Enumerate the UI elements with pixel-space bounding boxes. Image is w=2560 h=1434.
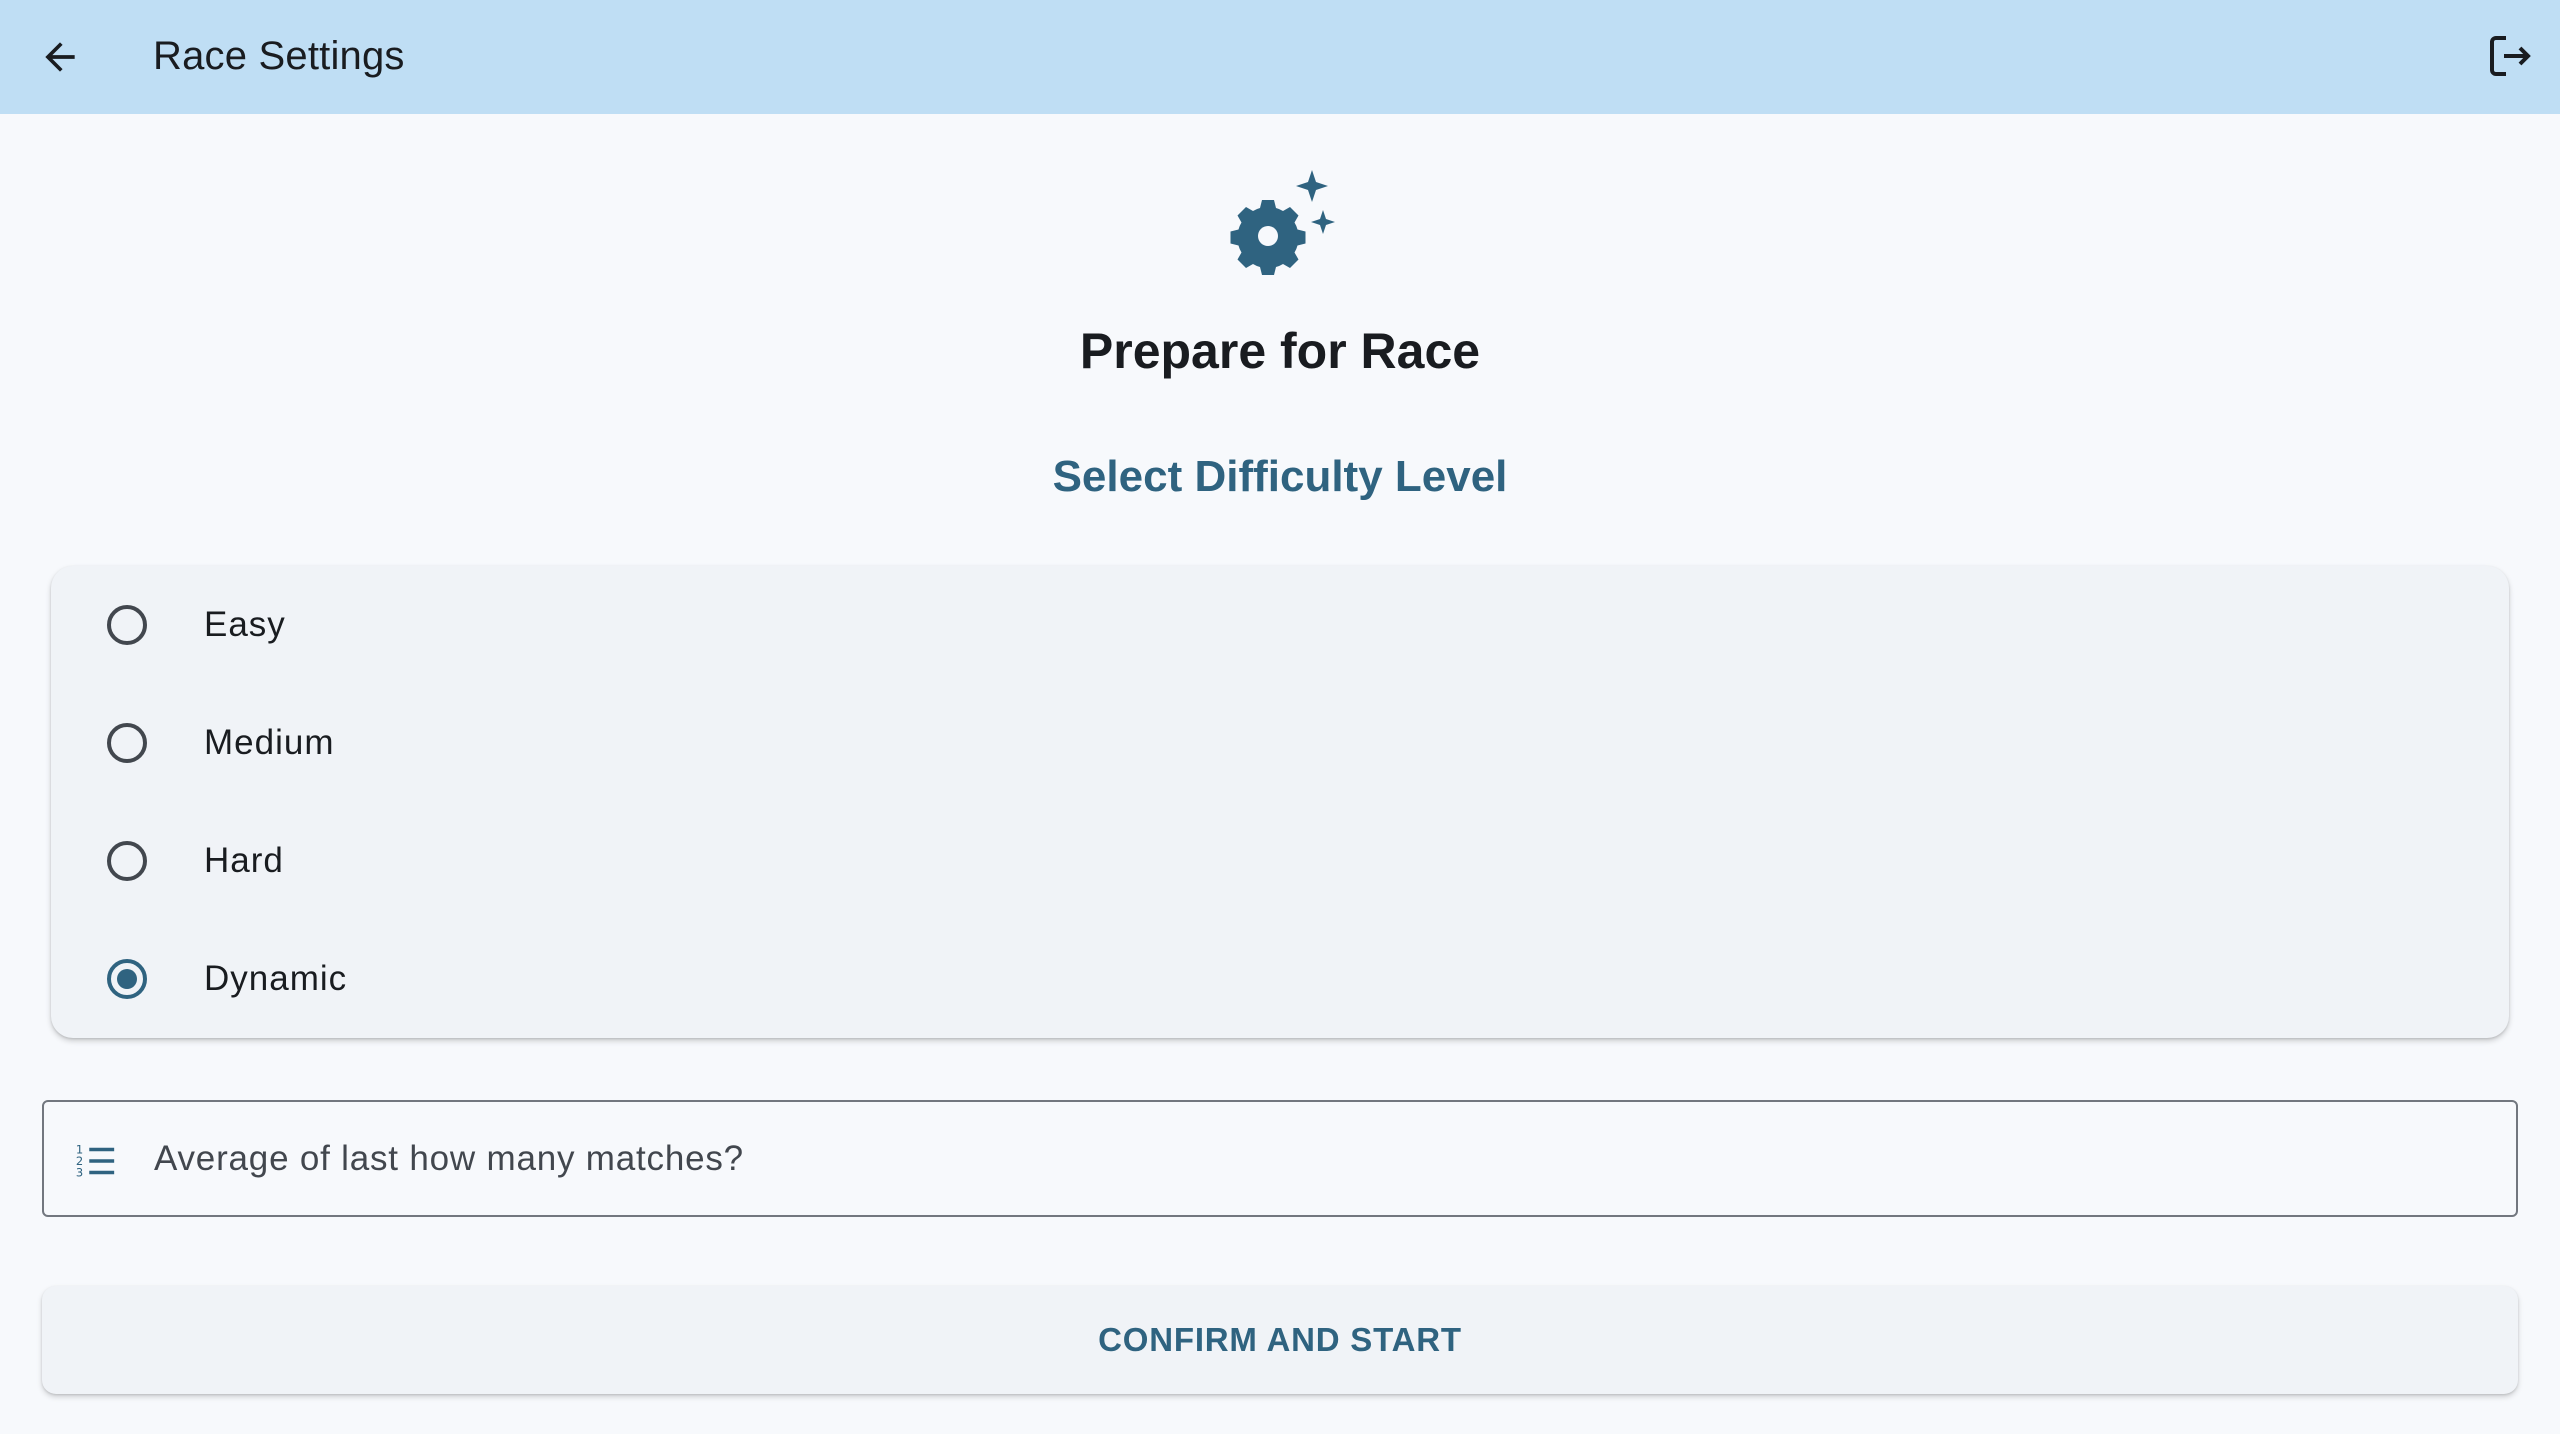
numbered-list-icon: 1 2 3 [76,1142,115,1179]
page-title: Race Settings [153,34,405,78]
difficulty-option-dynamic[interactable]: Dynamic [51,920,2509,1038]
radio-dynamic[interactable] [107,959,147,999]
option-label-hard: Hard [204,841,284,880]
difficulty-option-hard[interactable]: Hard [51,802,2509,920]
difficulty-card: Easy Medium Hard Dynamic [51,566,2509,1038]
svg-text:3: 3 [76,1165,83,1179]
page-heading: Prepare for Race [1079,323,1481,379]
back-button[interactable] [30,27,90,87]
matches-count-field[interactable]: 1 2 3 [42,1100,2518,1217]
option-label-medium: Medium [204,723,335,762]
difficulty-option-easy[interactable]: Easy [51,566,2509,684]
option-label-dynamic: Dynamic [204,959,348,998]
arrow-left-icon [45,42,75,72]
radio-hard[interactable] [107,841,147,881]
option-label-easy: Easy [204,605,286,644]
logout-icon [2490,36,2531,76]
confirm-and-start-button[interactable]: CONFIRM AND START [42,1286,2518,1394]
difficulty-option-medium[interactable]: Medium [51,684,2509,802]
matches-count-input[interactable] [154,1102,2454,1215]
settings-sparkle-icon [1220,166,1340,286]
radio-easy[interactable] [107,605,147,645]
app-bar: Race Settings [0,0,2560,114]
logout-button[interactable] [2478,24,2542,88]
section-subheading: Select Difficulty Level [1052,452,1508,501]
radio-medium[interactable] [107,723,147,763]
